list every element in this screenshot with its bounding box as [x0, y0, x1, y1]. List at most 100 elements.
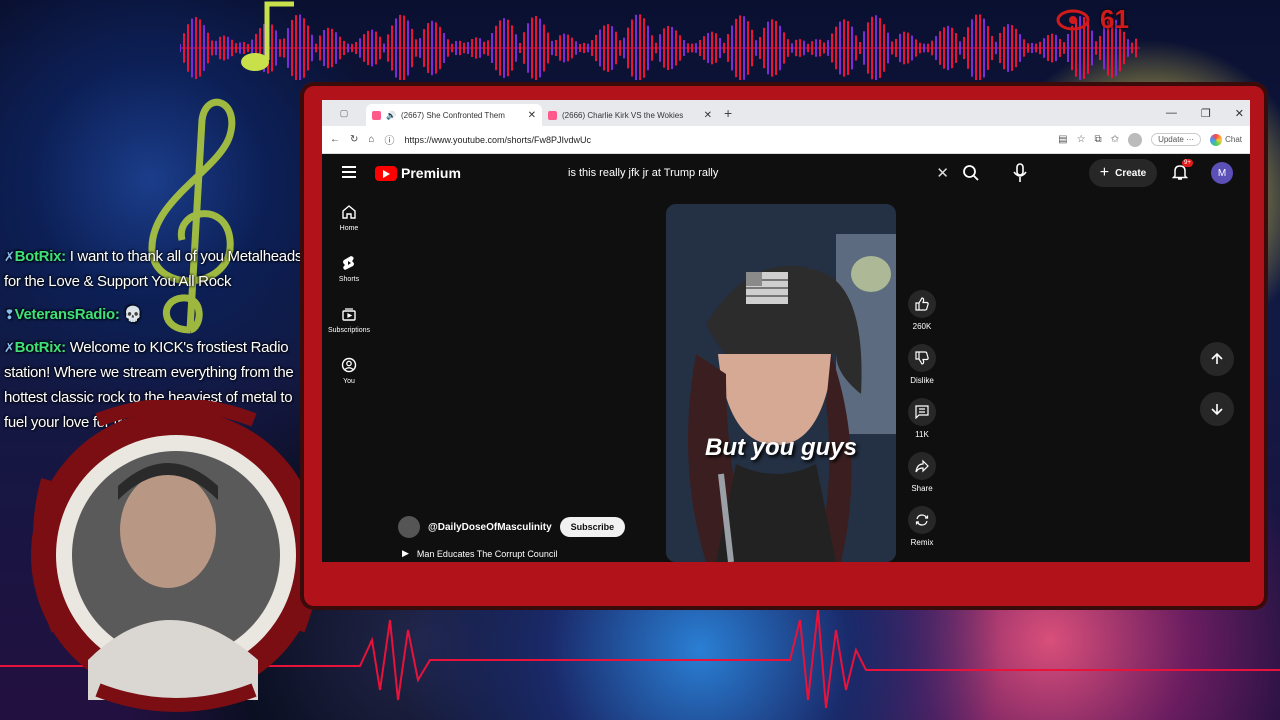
extensions-icon[interactable]: ⧉ [1095, 134, 1102, 145]
sidebar-item-you[interactable]: You [322, 357, 376, 408]
eye-icon [1056, 9, 1090, 30]
home-browser-icon[interactable]: ⌂ [368, 134, 374, 145]
youtube-header: Premium is this really jfk jr at Trump r… [322, 154, 1250, 194]
remix-icon [908, 506, 936, 534]
share-button[interactable]: Share [902, 452, 942, 506]
subscriptions-icon [342, 308, 356, 321]
profile-icon[interactable] [1128, 132, 1143, 147]
update-label: Update [1158, 135, 1184, 144]
url-field[interactable]: https://www.youtube.com/shorts/Fw8PJIvdw… [404, 135, 1048, 145]
microphone-icon[interactable] [1012, 163, 1028, 183]
dislike-label: Dislike [910, 376, 934, 385]
tab-title: (2666) Charlie Kirk VS the Wokies [562, 110, 684, 120]
short-actions: 260K Dislike 11K Share Remix [902, 290, 942, 560]
share-icon [908, 452, 936, 480]
notification-badge: 9+ [1182, 159, 1193, 167]
browser-window: ▢ 🔊 (2667) She Confronted Them ✕ (2666) … [322, 100, 1250, 562]
youtube-sidebar: Home Shorts Subscriptions You [322, 204, 376, 408]
close-tab-icon[interactable]: ✕ [704, 110, 712, 121]
video-title: Man Educates The Corrupt Council [416, 548, 558, 559]
account-avatar[interactable]: M [1211, 162, 1233, 184]
stream-overlay: 61 ✗BotRix: I want to thank all of you M… [0, 0, 1280, 720]
subscribe-button[interactable]: Subscribe [559, 517, 626, 537]
tab-actions-icon[interactable]: ▢ [322, 108, 366, 119]
window-controls: — ❐ ✕ [1166, 107, 1250, 120]
tab-she-confronted[interactable]: 🔊 (2667) She Confronted Them ✕ [366, 104, 542, 126]
sidebar-label: Home [339, 225, 359, 232]
favorite-star-icon[interactable]: ☆ [1077, 134, 1086, 145]
favorites-icon[interactable]: ✩ [1111, 134, 1119, 145]
previous-short-button[interactable] [1200, 342, 1234, 376]
badge-icon: ❢ [4, 307, 15, 322]
search-input[interactable]: is this really jfk jr at Trump rally ✕ [557, 158, 949, 188]
browser-toolbar: ▤ ☆ ⧉ ✩ Update ··· Chat [1058, 132, 1242, 147]
youtube-play-icon [375, 165, 397, 181]
sidebar-item-shorts[interactable]: Shorts [322, 255, 376, 306]
arrow-up-icon [1211, 352, 1223, 364]
arrow-down-icon [1211, 404, 1223, 416]
chat-username: VeteransRadio: [14, 306, 120, 323]
youtube-favicon-icon [372, 110, 381, 120]
search-icon[interactable] [962, 164, 980, 182]
clear-search-icon[interactable]: ✕ [936, 164, 949, 182]
minimize-icon[interactable]: — [1166, 107, 1177, 120]
tab-charlie-kirk[interactable]: (2666) Charlie Kirk VS the Wokies ✕ [542, 104, 718, 126]
comment-count: 11K [915, 430, 929, 439]
new-tab-button[interactable]: + [724, 105, 732, 121]
copilot-icon [1210, 133, 1223, 146]
chat-message: ❢VeteransRadio: 💀 [4, 302, 314, 327]
sidebar-item-subscriptions[interactable]: Subscriptions [322, 306, 376, 357]
music-note-decoration [241, 1, 294, 71]
dislike-button[interactable]: Dislike [902, 344, 942, 398]
close-window-icon[interactable]: ✕ [1235, 107, 1244, 120]
youtube-logo[interactable]: Premium [375, 165, 461, 181]
chat-label: Chat [1225, 135, 1242, 144]
channel-name[interactable]: @DailyDoseOfMasculinity [428, 522, 552, 533]
sidebar-label: You [343, 378, 355, 385]
site-info-icon[interactable]: ⓘ [384, 132, 394, 147]
viewer-count: 61 [1056, 4, 1129, 35]
viewer-count-value: 61 [1100, 4, 1129, 34]
update-button[interactable]: Update ··· [1151, 133, 1202, 146]
back-icon[interactable]: ← [330, 134, 340, 145]
plus-icon: + [1099, 164, 1110, 181]
tab-title: (2667) She Confronted Them [400, 110, 505, 120]
chat-username: BotRix: [14, 339, 67, 356]
notifications-button[interactable]: 9+ [1171, 159, 1193, 186]
audio-waveform-top [180, 14, 1140, 80]
channel-info: @DailyDoseOfMasculinity Subscribe [398, 516, 626, 538]
remix-label: Remix [910, 538, 934, 547]
copilot-chat-button[interactable]: Chat [1210, 133, 1242, 146]
chat-message: ✗BotRix: I want to thank all of you Meta… [4, 244, 314, 294]
close-tab-icon[interactable]: ✕ [528, 110, 536, 121]
create-button[interactable]: + Create [1089, 159, 1157, 187]
sidebar-label: Shorts [338, 276, 360, 283]
address-bar: ← ↻ ⌂ ⓘ https://www.youtube.com/shorts/F… [322, 126, 1250, 154]
refresh-icon[interactable]: ↻ [350, 134, 358, 145]
comment-icon [908, 398, 936, 426]
split-screen-icon[interactable]: ▤ [1058, 134, 1067, 145]
tab-bar: ▢ 🔊 (2667) She Confronted Them ✕ (2666) … [322, 100, 1250, 126]
thumbs-down-icon [908, 344, 936, 372]
badge-icon: ✗ [4, 340, 15, 355]
video-caption: But you guys [704, 434, 857, 461]
shorts-navigation [1200, 342, 1234, 442]
thumbs-up-icon [908, 290, 936, 318]
comments-button[interactable]: 11K [902, 398, 942, 452]
menu-icon[interactable] [342, 166, 356, 178]
video-frame [666, 204, 896, 562]
share-label: Share [911, 484, 933, 493]
restore-icon[interactable]: ❐ [1201, 107, 1211, 120]
channel-avatar[interactable] [398, 516, 420, 538]
video-title-row[interactable]: ▶ Man Educates The Corrupt Council [402, 548, 557, 559]
short-video-player[interactable]: But you guys [666, 204, 896, 562]
remix-button[interactable]: Remix [902, 506, 942, 560]
sidebar-label: Subscriptions [327, 327, 371, 334]
sidebar-item-home[interactable]: Home [322, 204, 376, 255]
brand-label: Premium [401, 165, 461, 181]
create-label: Create [1115, 167, 1147, 179]
speaker-icon: 🔊 [386, 110, 396, 120]
like-button[interactable]: 260K [902, 290, 942, 344]
chat-username: BotRix: [14, 248, 67, 265]
next-short-button[interactable] [1200, 392, 1234, 426]
